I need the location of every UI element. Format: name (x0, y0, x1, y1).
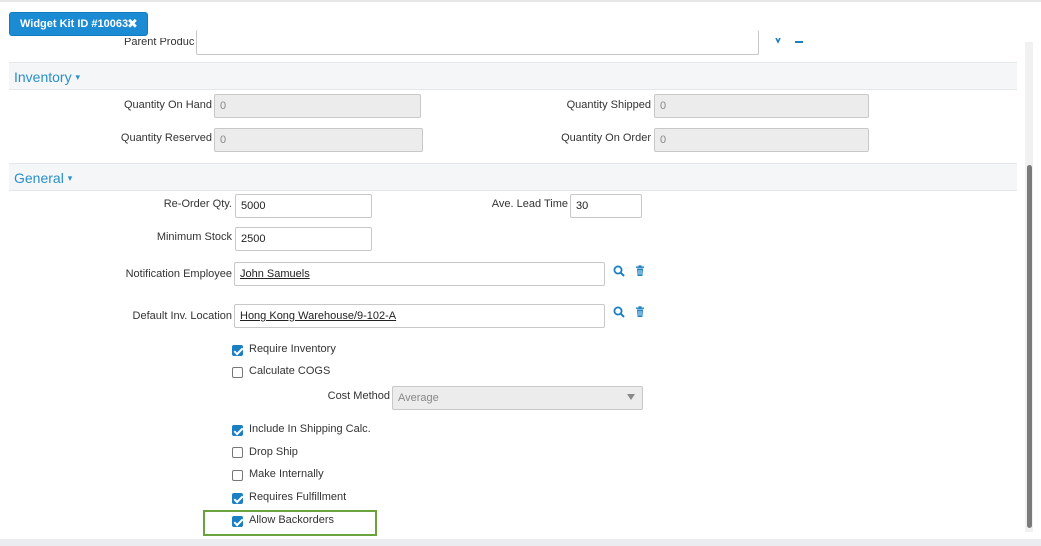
close-icon[interactable]: ✖ (127, 17, 138, 31)
reorder-qty-input[interactable]: 5000 (235, 194, 372, 218)
chevron-down-icon (627, 394, 635, 400)
require-inventory-label: Require Inventory (249, 343, 336, 355)
include-shipping-checkbox[interactable] (232, 425, 243, 436)
top-border (0, 0, 1041, 2)
calculate-cogs-checkbox[interactable] (232, 367, 243, 378)
trash-icon[interactable] (794, 40, 804, 44)
ave-lead-time-input[interactable]: 30 (570, 194, 642, 218)
ave-lead-time-label: Ave. Lead Time (491, 198, 568, 210)
make-internally-checkbox[interactable] (232, 470, 243, 481)
default-inv-location-label: Default Inv. Location (132, 310, 232, 322)
bottom-bar (0, 539, 1041, 546)
minimum-stock-input[interactable]: 2500 (235, 227, 372, 251)
general-section-title: General (14, 170, 64, 186)
requires-fulfillment-label: Requires Fulfillment (249, 491, 347, 503)
qty-on-hand-label: Quantity On Hand (123, 99, 212, 111)
caret-down-icon: ▾ (67, 173, 73, 183)
qty-on-order-input: 0 (654, 128, 869, 152)
make-internally-label: Make Internally (249, 468, 324, 480)
include-shipping-label: Include In Shipping Calc. (249, 423, 371, 435)
reorder-qty-label: Re-Order Qty. (163, 198, 232, 210)
trash-icon[interactable] (635, 306, 645, 318)
require-inventory-checkbox[interactable] (232, 345, 243, 356)
cost-method-select: Average (392, 386, 643, 410)
cost-method-label: Cost Method (327, 390, 390, 402)
scrollbar-thumb[interactable] (1027, 165, 1032, 528)
parent-product-input[interactable] (196, 30, 759, 55)
search-icon[interactable] (775, 38, 783, 44)
drop-ship-checkbox[interactable] (232, 447, 243, 458)
notification-employee-link[interactable]: John Samuels (240, 268, 310, 280)
trash-icon[interactable] (635, 265, 645, 277)
qty-reserved-label: Quantity Reserved (120, 132, 212, 144)
general-section-header[interactable]: General ▾ (9, 163, 1017, 191)
minimum-stock-label: Minimum Stock (156, 231, 232, 243)
search-icon[interactable] (613, 306, 625, 318)
inventory-section-header[interactable]: Inventory ▾ (9, 62, 1017, 90)
qty-reserved-input: 0 (214, 128, 423, 152)
search-icon[interactable] (613, 265, 625, 277)
allow-backorders-checkbox[interactable] (232, 516, 243, 527)
requires-fulfillment-checkbox[interactable] (232, 493, 243, 504)
qty-shipped-label: Quantity Shipped (566, 99, 651, 111)
qty-on-hand-input: 0 (214, 94, 421, 118)
drop-ship-label: Drop Ship (249, 446, 298, 458)
qty-shipped-input: 0 (654, 94, 869, 118)
inventory-section-title: Inventory (14, 69, 72, 85)
parent-product-label: Parent Product (124, 38, 194, 48)
allow-backorders-label: Allow Backorders (249, 514, 334, 526)
caret-down-icon: ▾ (75, 72, 81, 82)
default-inv-location-input[interactable]: Hong Kong Warehouse/9-102-A (234, 304, 605, 328)
qty-on-order-label: Quantity On Order (561, 132, 651, 144)
calculate-cogs-label: Calculate COGS (249, 365, 331, 377)
default-inv-location-link[interactable]: Hong Kong Warehouse/9-102-A (240, 310, 396, 322)
record-tab-title: Widget Kit ID #10063 (20, 18, 129, 30)
notification-employee-input[interactable]: John Samuels (234, 262, 605, 286)
notification-employee-label: Notification Employee (125, 268, 232, 280)
record-tab[interactable]: Widget Kit ID #10063 ✖ (9, 12, 148, 36)
